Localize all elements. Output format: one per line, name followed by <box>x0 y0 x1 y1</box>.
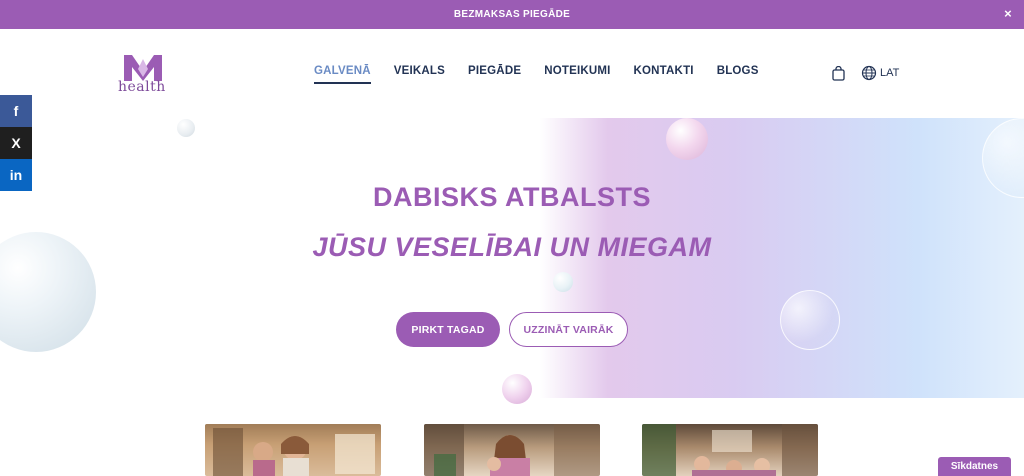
site-header: health GALVENĀ VEIKALS PIEGĀDE NOTEIKUMI… <box>0 29 1024 118</box>
card-image-1[interactable] <box>205 424 381 476</box>
nav-item-galvena[interactable]: GALVENĀ <box>314 65 371 84</box>
bubble-small-center <box>553 272 573 292</box>
nav-item-veikals[interactable]: VEIKALS <box>394 65 445 77</box>
bubble-small-topleft <box>177 119 195 137</box>
hero-subtitle: JŪSU VESELĪBAI UN MIEGAM <box>312 232 712 262</box>
family-photo-2 <box>424 424 600 476</box>
card-image-3[interactable] <box>642 424 818 476</box>
family-photo-1 <box>205 424 381 476</box>
nav-item-piegade[interactable]: PIEGĀDE <box>468 65 521 77</box>
language-selector[interactable]: LAT <box>861 65 899 81</box>
cards-row <box>0 424 1024 476</box>
hero-title: DABISKS ATBALSTS <box>373 182 651 212</box>
learn-more-button[interactable]: UZZINĀT VAIRĀK <box>509 312 628 347</box>
globe-icon <box>861 65 877 81</box>
nav-item-blogs[interactable]: BLOGS <box>717 65 759 77</box>
cookie-settings-tab[interactable]: Sīkdatnes <box>938 457 1011 476</box>
bubble-pink-bottom <box>502 374 532 404</box>
logo-wordmark: health <box>118 79 166 95</box>
hero-section: DABISKS ATBALSTS JŪSU VESELĪBAI UN MIEGA… <box>0 118 1024 404</box>
family-photo-3 <box>642 424 818 476</box>
announcement-bar: BEZMAKSAS PIEGĀDE × <box>0 0 1024 29</box>
card-image-2[interactable] <box>424 424 600 476</box>
nav-item-kontakti[interactable]: KONTAKTI <box>634 65 694 77</box>
nav-item-noteikumi[interactable]: NOTEIKUMI <box>544 65 610 77</box>
main-nav: GALVENĀ VEIKALS PIEGĀDE NOTEIKUMI KONTAK… <box>314 65 759 84</box>
shopping-bag-icon[interactable] <box>832 66 845 81</box>
language-label: LAT <box>880 67 900 79</box>
buy-now-button[interactable]: PIRKT TAGAD <box>396 312 500 347</box>
close-icon[interactable]: × <box>1004 7 1012 21</box>
announcement-text: BEZMAKSAS PIEGĀDE <box>453 9 571 20</box>
bubble-pink-top <box>666 118 708 160</box>
bubble-clear-right <box>780 290 840 350</box>
